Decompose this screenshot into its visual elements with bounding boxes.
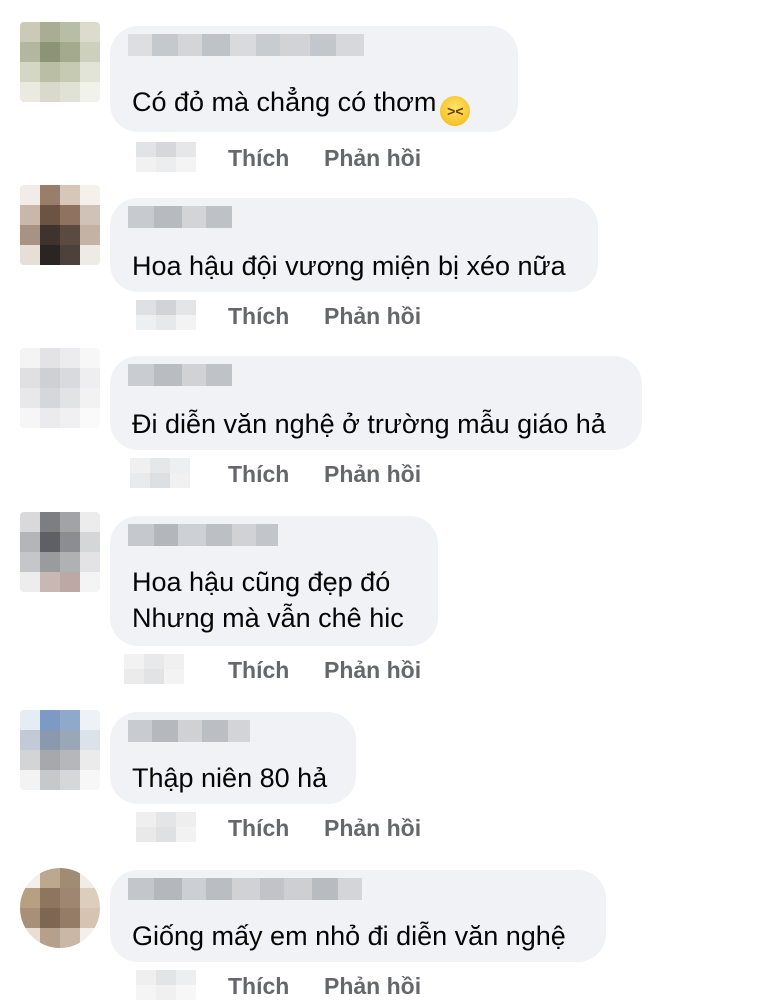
- avatar[interactable]: [20, 512, 100, 592]
- comment-bubble[interactable]: Giống mấy em nhỏ đi diễn văn nghệ: [110, 870, 606, 962]
- comment-bubble[interactable]: Có đỏ mà chẳng có thơm ><: [110, 26, 518, 132]
- author-name-blurred[interactable]: [128, 524, 278, 546]
- reply-button[interactable]: Phản hồi: [324, 298, 421, 334]
- like-button[interactable]: Thích: [228, 298, 289, 334]
- author-name-blurred[interactable]: [128, 720, 250, 742]
- avatar[interactable]: [20, 185, 100, 265]
- reply-button[interactable]: Phản hồi: [324, 140, 421, 176]
- avatar[interactable]: [20, 868, 100, 948]
- comment-actions: Thích Phản hồi: [0, 456, 769, 492]
- timestamp-blurred: [130, 458, 190, 488]
- comment-actions: Thích Phản hồi: [0, 968, 769, 1004]
- timestamp-blurred: [124, 654, 184, 684]
- reply-button[interactable]: Phản hồi: [324, 968, 421, 1004]
- comment-text-content: Có đỏ mà chẳng có thơm: [132, 87, 437, 117]
- comment-text: Giống mấy em nhỏ đi diễn văn nghệ: [132, 921, 566, 951]
- author-name-blurred[interactable]: [128, 878, 362, 900]
- comment-text: Hoa hậu cũng đẹp đó Nhưng mà vẫn chê hic: [132, 567, 404, 633]
- author-name-blurred[interactable]: [128, 206, 232, 228]
- author-name-blurred[interactable]: [128, 364, 232, 386]
- comment-text: Hoa hậu đội vương miện bị xéo nữa: [132, 251, 566, 281]
- reply-button[interactable]: Phản hồi: [324, 652, 421, 688]
- comment-actions: Thích Phản hồi: [0, 652, 769, 688]
- timestamp-blurred: [136, 812, 196, 842]
- comment-text: Có đỏ mà chẳng có thơm ><: [132, 84, 471, 126]
- comment-text: Thập niên 80 hả: [132, 763, 328, 793]
- comment-actions: Thích Phản hồi: [0, 810, 769, 846]
- timestamp-blurred: [136, 300, 196, 330]
- comment-actions: Thích Phản hồi: [0, 140, 769, 176]
- like-button[interactable]: Thích: [228, 810, 289, 846]
- comment-bubble[interactable]: Đi diễn văn nghệ ở trường mẫu giáo hả: [110, 356, 642, 450]
- comment-bubble[interactable]: Hoa hậu cũng đẹp đó Nhưng mà vẫn chê hic: [110, 516, 438, 646]
- avatar[interactable]: [20, 22, 100, 102]
- comment-bubble[interactable]: Hoa hậu đội vương miện bị xéo nữa: [110, 198, 598, 292]
- like-button[interactable]: Thích: [228, 652, 289, 688]
- reply-button[interactable]: Phản hồi: [324, 456, 421, 492]
- like-button[interactable]: Thích: [228, 456, 289, 492]
- comment-text: Đi diễn văn nghệ ở trường mẫu giáo hả: [132, 409, 606, 439]
- laughing-emoji-icon: ><: [440, 96, 471, 126]
- author-name-blurred[interactable]: [128, 34, 364, 56]
- avatar[interactable]: [20, 710, 100, 790]
- timestamp-blurred: [136, 970, 196, 1000]
- like-button[interactable]: Thích: [228, 968, 289, 1004]
- comment-bubble[interactable]: Thập niên 80 hả: [110, 712, 356, 804]
- avatar[interactable]: [20, 348, 100, 428]
- reply-button[interactable]: Phản hồi: [324, 810, 421, 846]
- like-button[interactable]: Thích: [228, 140, 289, 176]
- timestamp-blurred: [136, 142, 196, 172]
- comment-actions: Thích Phản hồi: [0, 298, 769, 334]
